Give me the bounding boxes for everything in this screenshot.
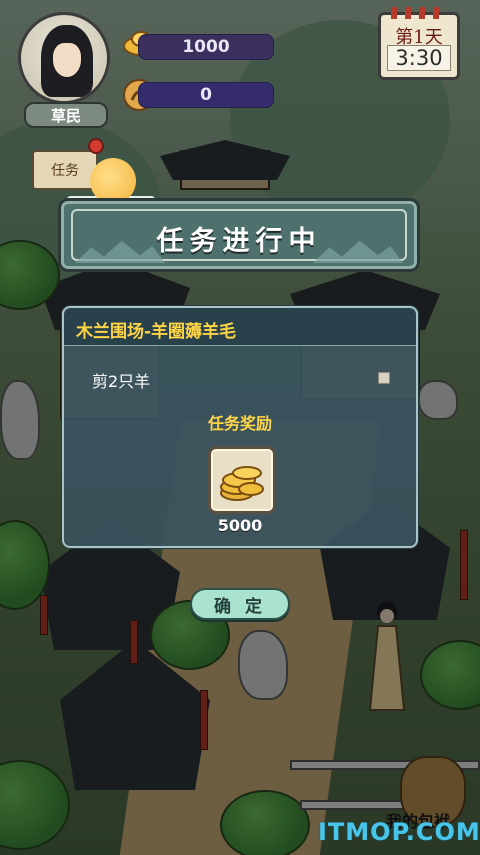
quest-panel-header: 木兰围场-羊圈薅羊毛 [64, 308, 416, 346]
game-time: 3:30 [387, 45, 451, 71]
quest-panel: 木兰围场-羊圈薅羊毛 剪2只羊 任务奖励 5000 [62, 306, 418, 548]
reward-item-slot[interactable] [208, 446, 276, 514]
player-rank-label: 草民 [24, 102, 108, 128]
dialog-title: 任务进行中 [156, 226, 322, 257]
watermark: ITMOP.COM [318, 818, 480, 846]
dialog-title-banner: 任务进行中 [58, 198, 420, 272]
player-avatar[interactable] [18, 12, 110, 104]
confirm-button[interactable]: 确 定 [190, 588, 290, 620]
exp-counter: 0 [138, 82, 274, 108]
quest-scroll-button[interactable]: 任务 [32, 150, 98, 190]
reward-amount: 5000 [217, 516, 263, 535]
reward-label: 任务奖励 [207, 414, 272, 433]
check-box-icon [378, 372, 390, 384]
quest-name: 木兰围场-羊圈薅羊毛 [76, 322, 237, 342]
quest-task: 剪2只羊 [92, 372, 151, 391]
coin-stack-icon [220, 466, 264, 501]
day-calendar: 第1天 3:30 [378, 7, 460, 80]
gold-counter: 1000 [138, 34, 274, 60]
notification-dot [88, 138, 104, 154]
